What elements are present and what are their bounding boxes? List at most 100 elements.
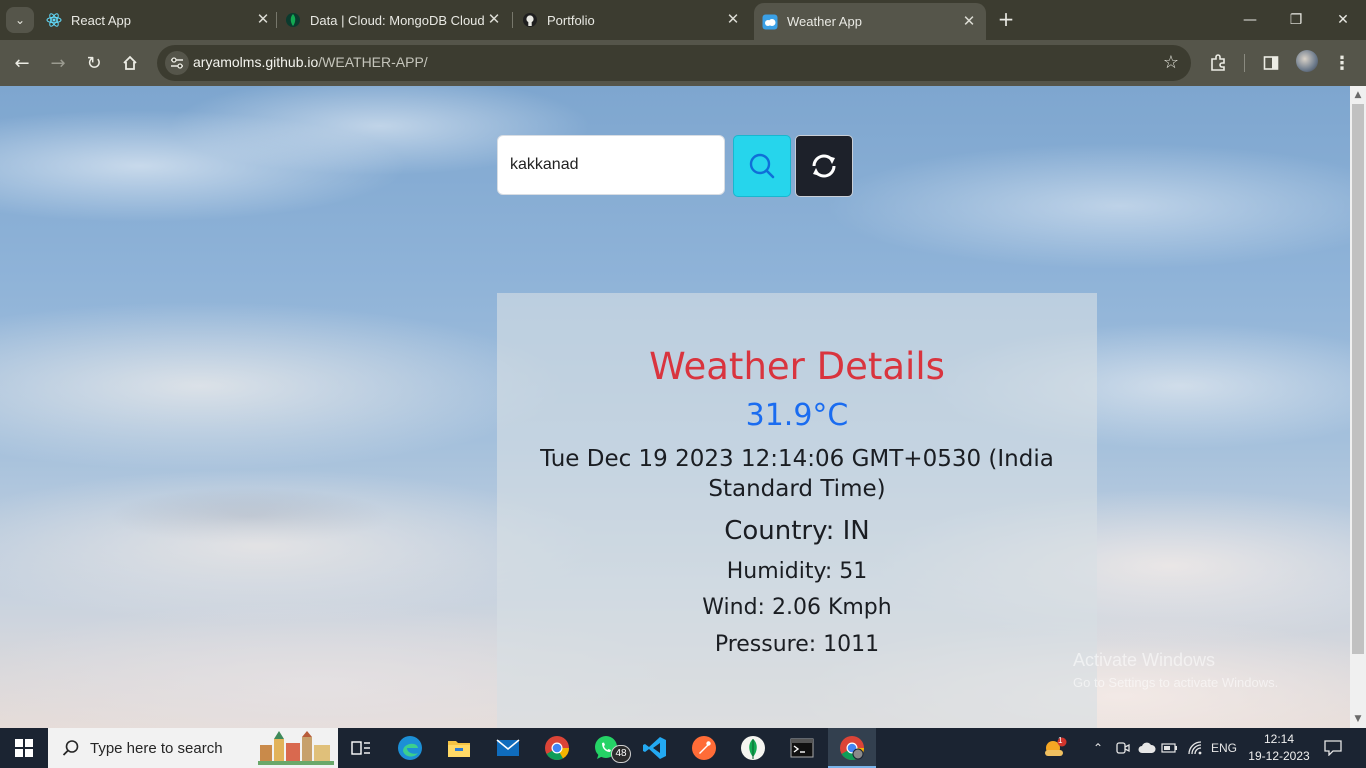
puzzle-icon — [1211, 54, 1225, 71]
minimize-icon: — — [1243, 12, 1257, 28]
restore-button[interactable]: ❐ — [1273, 0, 1319, 40]
task-view-button[interactable] — [337, 728, 385, 768]
arrow-left-icon: ← — [14, 52, 30, 74]
restore-icon: ❐ — [1289, 12, 1303, 28]
close-icon[interactable]: ✕ — [960, 13, 978, 31]
search-icon — [62, 740, 79, 756]
tray-meet-now[interactable] — [1114, 728, 1132, 768]
chrome-profile-icon — [840, 736, 864, 761]
tray-weather[interactable]: 1 — [1040, 728, 1070, 768]
tab-label: Weather App — [787, 14, 862, 29]
weather-notification-badge: 1 — [1058, 736, 1063, 745]
taskbar-search-placeholder: Type here to search — [90, 739, 223, 757]
more-vertical-icon: ⋮ — [1333, 52, 1351, 74]
notification-icon — [1324, 740, 1342, 756]
scroll-up-arrow-icon[interactable]: ▲ — [1350, 88, 1366, 102]
search-icon — [749, 153, 775, 179]
taskbar-search-box[interactable]: Type here to search — [48, 728, 338, 768]
url-path: /WEATHER-APP/ — [318, 54, 428, 70]
tray-onedrive[interactable] — [1137, 728, 1157, 768]
taskbar-mongodb-compass[interactable] — [729, 728, 777, 768]
address-bar[interactable]: aryamolms.github.io/WEATHER-APP/ ☆ — [157, 45, 1191, 81]
chevron-down-icon: ⌄ — [14, 13, 26, 27]
wifi-icon — [1188, 741, 1202, 755]
extensions-button[interactable] — [1206, 51, 1230, 75]
site-info-button[interactable] — [165, 51, 189, 75]
close-icon: ✕ — [1337, 12, 1349, 28]
browser-menu-button[interactable]: ⋮ — [1330, 51, 1354, 75]
taskbar-mail[interactable] — [484, 728, 532, 768]
reload-icon: ↻ — [86, 52, 102, 74]
tab-react-app[interactable]: React App ✕ — [46, 0, 272, 40]
reload-button[interactable]: ↻ — [81, 50, 107, 76]
city-search-input[interactable] — [497, 135, 725, 195]
close-window-button[interactable]: ✕ — [1320, 0, 1366, 40]
taskbar-postman[interactable] — [680, 728, 728, 768]
tray-language[interactable]: ENG — [1209, 728, 1239, 768]
minimize-button[interactable]: — — [1227, 0, 1273, 40]
pressure-text: Pressure: 1011 — [714, 632, 880, 657]
home-icon — [123, 55, 137, 70]
tab-separator — [276, 12, 277, 28]
close-icon[interactable]: ✕ — [254, 11, 272, 29]
tab-strip: ⌄ React App ✕ Data | Cloud: MongoDB Clou… — [0, 0, 1366, 40]
page-viewport: Weather Details 31.9°C Tue Dec 19 2023 1… — [0, 86, 1350, 728]
forward-button[interactable]: → — [45, 50, 71, 76]
tab-mongodb[interactable]: Data | Cloud: MongoDB Cloud ✕ — [285, 0, 503, 40]
side-panel-button[interactable] — [1259, 51, 1283, 75]
humidity-text: Humidity: 51 — [726, 559, 868, 584]
country-text: Country: IN — [724, 516, 870, 546]
home-button[interactable] — [117, 50, 143, 76]
bookmark-star-icon[interactable]: ☆ — [1163, 52, 1179, 73]
whatsapp-notification-badge: 48 — [611, 745, 631, 763]
meet-now-icon — [1116, 742, 1130, 754]
tab-weather-app[interactable]: Weather App ✕ — [754, 3, 986, 40]
tab-label: Portfolio — [547, 12, 595, 28]
back-button[interactable]: ← — [9, 50, 35, 76]
tab-portfolio[interactable]: Portfolio ✕ — [522, 0, 742, 40]
tray-battery[interactable] — [1160, 728, 1180, 768]
github-icon — [522, 12, 538, 28]
start-button[interactable] — [0, 728, 48, 768]
taskbar-terminal[interactable] — [778, 728, 826, 768]
taskbar-clock[interactable]: 12:14 19-12-2023 — [1240, 731, 1318, 765]
taskbar-file-explorer[interactable] — [435, 728, 483, 768]
refresh-button[interactable] — [795, 135, 853, 197]
taskbar-chrome-active[interactable] — [828, 728, 876, 768]
taskbar-chrome[interactable] — [533, 728, 581, 768]
edge-icon — [398, 736, 422, 760]
folder-icon — [448, 741, 470, 757]
taskbar-edge[interactable] — [386, 728, 434, 768]
terminal-icon — [790, 738, 814, 758]
toolbar-divider — [1244, 54, 1245, 72]
battery-plug-icon — [1161, 743, 1177, 753]
scroll-down-arrow-icon[interactable]: ▼ — [1350, 712, 1366, 726]
scroll-thumb[interactable] — [1352, 104, 1364, 654]
react-icon — [46, 12, 62, 28]
close-icon[interactable]: ✕ — [485, 11, 503, 29]
mail-icon — [496, 739, 520, 756]
tray-show-hidden-icons[interactable]: ⌃ — [1090, 728, 1106, 768]
tray-wifi[interactable] — [1186, 728, 1206, 768]
refresh-icon — [812, 154, 836, 178]
plus-icon: + — [997, 7, 1015, 31]
taskbar-vscode[interactable] — [631, 728, 679, 768]
arrow-right-icon: → — [50, 52, 66, 74]
clock-time: 12:14 — [1263, 732, 1295, 746]
search-highlight-illustration — [258, 731, 334, 765]
wind-text: Wind: 2.06 Kmph — [702, 595, 892, 620]
tab-label: React App — [71, 12, 131, 28]
tray-notifications[interactable] — [1320, 728, 1346, 768]
tab-search-button[interactable]: ⌄ — [6, 7, 34, 33]
mongodb-leaf-icon — [741, 736, 765, 760]
weather-sun-icon — [1045, 737, 1067, 756]
windows-logo-icon — [15, 739, 33, 757]
page-scrollbar[interactable]: ▲ ▼ — [1350, 86, 1366, 728]
profile-avatar[interactable] — [1296, 50, 1318, 72]
close-icon[interactable]: ✕ — [724, 11, 742, 29]
postman-icon — [692, 736, 716, 760]
new-tab-button[interactable]: + — [994, 8, 1018, 32]
search-button[interactable] — [733, 135, 791, 197]
tab-label: Data | Cloud: MongoDB Cloud — [310, 12, 485, 28]
mongodb-leaf-icon — [285, 12, 301, 28]
